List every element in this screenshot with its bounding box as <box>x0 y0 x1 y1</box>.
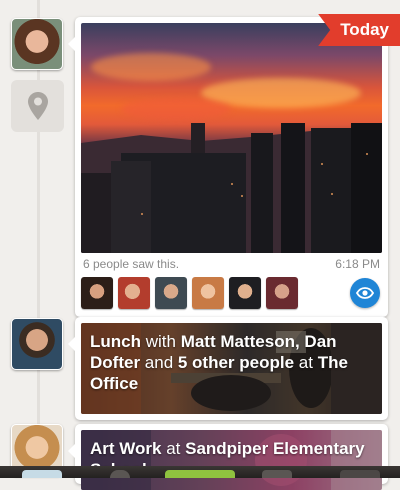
tab-friends[interactable] <box>262 470 292 478</box>
location-badge[interactable] <box>11 80 64 132</box>
seen-by-button[interactable] <box>350 278 380 308</box>
tab-add-moment[interactable] <box>165 470 235 478</box>
views-count: 6 people saw this. <box>83 257 180 271</box>
viewer-avatar[interactable] <box>81 277 113 309</box>
viewer-avatar[interactable] <box>118 277 150 309</box>
user-avatar[interactable] <box>11 18 63 70</box>
user-avatar[interactable] <box>11 318 63 370</box>
tab-more[interactable] <box>340 470 380 478</box>
city-skyline <box>81 123 382 253</box>
bottom-tab-bar <box>0 466 400 478</box>
timeline-line <box>37 0 40 478</box>
viewer-avatar[interactable] <box>266 277 298 309</box>
tab-activity[interactable] <box>110 470 130 478</box>
location-pin-icon <box>27 92 48 120</box>
viewer-avatar[interactable] <box>192 277 224 309</box>
timestamp: 6:18 PM <box>335 257 380 271</box>
lunch-caption: Lunch with Matt Matteson, Dan Dofter and… <box>90 332 348 393</box>
viewer-list <box>81 277 382 309</box>
viewer-avatar[interactable] <box>155 277 187 309</box>
lunch-photo[interactable]: Lunch with Matt Matteson, Dan Dofter and… <box>81 323 382 414</box>
today-banner: Today <box>318 14 400 46</box>
eye-icon <box>356 287 374 299</box>
sunset-photo[interactable] <box>81 23 382 253</box>
viewer-avatar[interactable] <box>229 277 261 309</box>
moment-card-photo[interactable]: 6 people saw this. 6:18 PM <box>68 17 388 317</box>
moment-meta: 6 people saw this. 6:18 PM <box>81 253 382 275</box>
art-photo[interactable]: Art Work at Sandpiper Elementary School <box>81 430 382 490</box>
tab-timeline[interactable] <box>22 470 62 478</box>
moment-card-lunch[interactable]: Lunch with Matt Matteson, Dan Dofter and… <box>68 317 388 420</box>
